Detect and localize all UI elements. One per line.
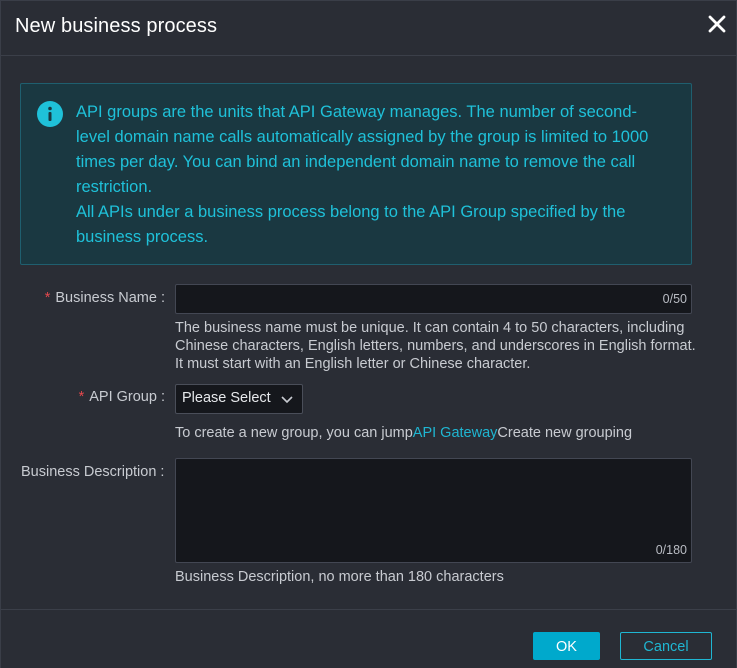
api-group-select[interactable]: Please Select	[175, 384, 303, 414]
ok-button[interactable]: OK	[533, 632, 600, 660]
api-gateway-link[interactable]: API Gateway	[413, 425, 498, 441]
info-alert: API groups are the units that API Gatewa…	[20, 83, 692, 265]
dialog-body: API groups are the units that API Gatewa…	[1, 56, 736, 609]
cancel-button[interactable]: Cancel	[620, 632, 712, 660]
api-group-selected-value: Please Select	[182, 390, 271, 406]
alert-message-line-1: API groups are the units that API Gatewa…	[76, 103, 649, 196]
business-name-label: * Business Name :	[21, 290, 165, 306]
info-icon	[37, 101, 63, 127]
dialog-header: New business process	[1, 1, 736, 56]
api-group-help: To create a new group, you can jumpAPI G…	[175, 424, 715, 442]
api-group-label-text: API Group :	[89, 389, 165, 405]
business-description-label: Business Description :	[21, 464, 165, 480]
business-name-counter: 0/50	[662, 292, 687, 306]
api-group-label: * API Group :	[21, 389, 165, 405]
business-description-textarea[interactable]: 0/180	[175, 458, 692, 563]
alert-message: API groups are the units that API Gatewa…	[76, 100, 666, 250]
business-name-input[interactable]: 0/50	[175, 284, 692, 314]
api-group-help-suffix: Create new grouping	[497, 425, 633, 441]
close-icon[interactable]	[705, 12, 729, 36]
dialog-title: New business process	[15, 15, 218, 37]
business-name-label-text: Business Name :	[55, 290, 165, 306]
api-group-help-prefix: To create a new group, you can jump	[175, 425, 413, 441]
chevron-down-icon	[280, 393, 294, 405]
new-business-process-dialog: New business process API groups are the …	[0, 0, 737, 668]
required-mark: *	[44, 290, 51, 306]
business-name-help: The business name must be unique. It can…	[175, 320, 696, 372]
business-description-help: Business Description, no more than 180 c…	[175, 569, 504, 585]
required-mark: *	[78, 389, 85, 405]
dialog-footer: OK Cancel	[1, 609, 736, 668]
alert-message-line-2: All APIs under a business process belong…	[76, 203, 626, 246]
business-description-counter: 0/180	[655, 543, 687, 557]
